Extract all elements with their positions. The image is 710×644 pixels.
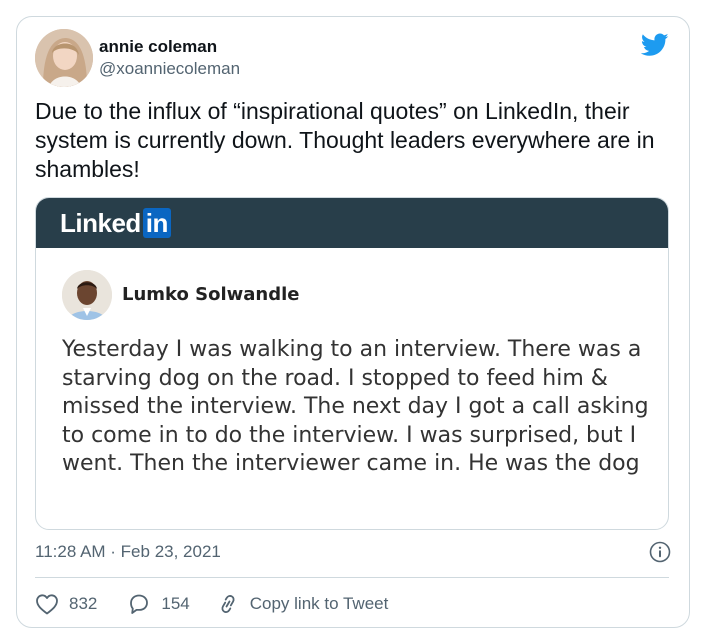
author-handle[interactable]: @xoanniecoleman xyxy=(99,59,240,79)
reply-icon xyxy=(130,594,149,614)
reply-button[interactable]: 154 xyxy=(127,593,190,615)
tweet-text: Due to the influx of “inspirational quot… xyxy=(35,98,655,182)
link-icon xyxy=(221,595,235,613)
author-avatar[interactable] xyxy=(35,29,93,87)
author-name[interactable]: annie coleman xyxy=(99,37,217,57)
like-button[interactable]: 832 xyxy=(35,593,97,615)
like-count: 832 xyxy=(69,594,98,613)
tweet-timestamp[interactable]: 11:28 AM · Feb 23, 2021 xyxy=(35,541,221,563)
poster-name: Lumko Solwandle xyxy=(122,284,300,305)
heart-icon xyxy=(36,594,58,615)
copy-link-label: Copy link to Tweet xyxy=(249,594,389,613)
linkedin-logo-text: Linked xyxy=(60,207,141,238)
tweet-actions: 832 154 Copy link to Tweet xyxy=(35,591,388,617)
divider xyxy=(35,577,669,578)
linkedin-logo: Linked in xyxy=(60,206,171,240)
poster-avatar xyxy=(62,270,112,320)
linkedin-logo-in: in xyxy=(142,208,171,238)
copy-link-button[interactable]: Copy link to Tweet xyxy=(216,593,389,615)
twitter-bird-icon[interactable] xyxy=(640,33,669,57)
info-icon[interactable] xyxy=(649,541,671,563)
post-text: Yesterday I was walking to an interview.… xyxy=(62,337,649,476)
reply-count: 154 xyxy=(161,594,190,613)
linkedin-header: Linked in xyxy=(36,198,668,248)
tweet-card: annie coleman @xoanniecoleman Due to the… xyxy=(16,16,690,628)
embedded-image[interactable]: Linked in Lumko Solwandle Yesterday I was… xyxy=(35,197,669,530)
